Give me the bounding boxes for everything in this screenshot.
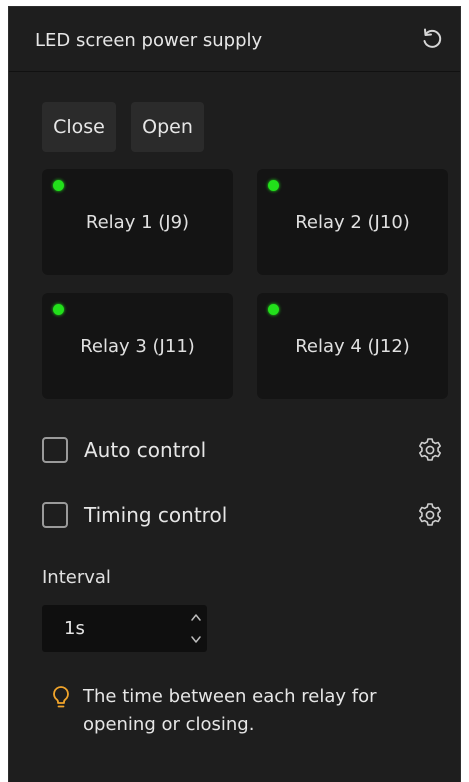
- close-button[interactable]: Close: [42, 102, 116, 152]
- status-indicator: [53, 180, 64, 191]
- led-power-supply-panel: LED screen power supply Close Open Relay…: [8, 6, 461, 782]
- interval-spinbox[interactable]: 1s: [42, 605, 207, 652]
- status-indicator: [268, 180, 279, 191]
- timing-control-row: Timing control: [42, 499, 444, 529]
- status-indicator: [268, 304, 279, 315]
- auto-control-row: Auto control: [42, 434, 444, 464]
- chevron-down-icon[interactable]: [186, 629, 206, 651]
- interval-value[interactable]: 1s: [64, 618, 85, 639]
- spin-arrows: [186, 606, 206, 651]
- relay-label: Relay 4 (J12): [295, 336, 410, 357]
- panel-title: LED screen power supply: [35, 30, 263, 51]
- gear-icon[interactable]: [416, 501, 444, 529]
- relay-3-tile[interactable]: Relay 3 (J11): [42, 293, 233, 399]
- relay-1-tile[interactable]: Relay 1 (J9): [42, 169, 233, 275]
- auto-control-checkbox[interactable]: [42, 437, 68, 463]
- timing-control-checkbox[interactable]: [42, 502, 68, 528]
- refresh-icon[interactable]: [420, 27, 444, 51]
- relay-4-tile[interactable]: Relay 4 (J12): [257, 293, 448, 399]
- relay-label: Relay 2 (J10): [295, 212, 410, 233]
- gear-icon[interactable]: [416, 436, 444, 464]
- relay-label: Relay 3 (J11): [80, 336, 195, 357]
- auto-control-label[interactable]: Auto control: [84, 438, 206, 462]
- hint-text: The time between each relay for opening …: [83, 686, 377, 735]
- panel-header: LED screen power supply: [9, 7, 460, 72]
- relay-label: Relay 1 (J9): [85, 212, 190, 233]
- lightbulb-icon: [53, 686, 69, 708]
- status-indicator: [53, 304, 64, 315]
- timing-control-label[interactable]: Timing control: [84, 503, 227, 527]
- interval-label: Interval: [42, 567, 111, 588]
- relay-2-tile[interactable]: Relay 2 (J10): [257, 169, 448, 275]
- open-button[interactable]: Open: [131, 102, 204, 152]
- chevron-up-icon[interactable]: [186, 606, 206, 628]
